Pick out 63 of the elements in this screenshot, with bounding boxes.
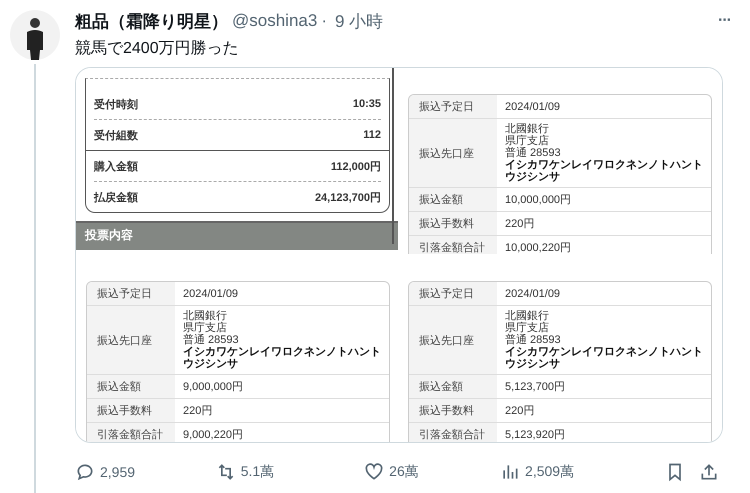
section-header: 投票内容 [76, 221, 398, 250]
table-value: 5,123,700円 [505, 380, 566, 392]
table-value: 県庁支店 [505, 135, 550, 147]
account-name: イシカワケンレイワロクネンノトハントウジシンサ [505, 346, 704, 370]
table-value: 県庁支店 [505, 322, 550, 334]
table-value: 北國銀行 [505, 310, 550, 322]
table-value: 9,000,000円 [183, 380, 244, 392]
field-value: 10:35 [352, 98, 381, 110]
account-name: イシカワケンレイワロクネンノトハントウジシンサ [183, 346, 382, 370]
table-value: 220円 [505, 218, 536, 230]
repost-button[interactable]: 5.1萬 [216, 462, 364, 482]
table-label: 振込金額 [409, 375, 497, 398]
table-label: 振込先口座 [409, 119, 497, 187]
field-value: 112 [363, 129, 381, 141]
field-label: 購入金額 [94, 160, 138, 174]
account-name: イシカワケンレイワロクネンノトハントウジシンサ [505, 159, 704, 183]
share-icon [699, 462, 719, 482]
table-label: 引落金額合計 [409, 423, 497, 442]
speech-bubble-icon [75, 462, 95, 482]
table-label: 振込先口座 [87, 306, 175, 374]
table-value: 2024/01/09 [505, 100, 562, 112]
table-value: 北國銀行 [505, 123, 550, 135]
table-value: 220円 [183, 404, 214, 416]
field-label: 払戻金額 [94, 190, 138, 204]
share-button[interactable] [699, 462, 719, 482]
field-value: 112,000円 [330, 160, 381, 174]
post-text: 競馬で2400万円勝った [75, 38, 240, 59]
table-value: 2024/01/09 [183, 288, 240, 300]
field-label: 受付組数 [94, 128, 138, 142]
table-value: 普通 28593 [505, 334, 562, 346]
views-button[interactable]: 2,509萬 [500, 462, 665, 482]
table-label: 振込手数料 [409, 399, 497, 422]
table-value: 9,000,220円 [183, 428, 244, 440]
separator-dot: · [321, 11, 327, 31]
field-label: 受付時刻 [94, 98, 138, 112]
table-value: 県庁支店 [183, 322, 228, 334]
heart-icon [364, 462, 384, 482]
table-value: 北國銀行 [183, 310, 228, 322]
post-time[interactable]: 9 小時 [334, 10, 384, 32]
table-value: 普通 28593 [183, 334, 240, 346]
table-value: 220円 [505, 404, 536, 416]
author-handle[interactable]: @soshina3 [232, 11, 318, 31]
table-label: 引落金額合計 [87, 423, 175, 442]
table-label: 振込先口座 [409, 306, 497, 374]
table-label: 振込予定日 [87, 282, 175, 305]
table-value: 10,000,000円 [505, 194, 572, 206]
author-name[interactable]: 粗品（霜降り明星） [75, 10, 228, 32]
table-value: 普通 28593 [505, 147, 562, 159]
table-label: 振込金額 [87, 375, 175, 398]
more-button[interactable]: ··· [718, 12, 731, 30]
field-value: 24,123,700円 [314, 190, 381, 204]
reply-button[interactable]: 2,959 [75, 462, 216, 482]
avatar[interactable] [10, 10, 60, 60]
table-label: 振込手数料 [87, 399, 175, 422]
table-value: 10,000,220円 [505, 242, 572, 254]
table-label: 振込予定日 [409, 95, 497, 118]
table-value: 5,123,920円 [505, 428, 566, 440]
table-value: 2024/01/09 [505, 288, 562, 300]
table-label: 振込金額 [409, 188, 497, 211]
like-button[interactable]: 26萬 [364, 462, 500, 482]
table-label: 振込予定日 [409, 282, 497, 305]
table-label: 引落金額合計 [409, 236, 497, 254]
table-label: 振込手数料 [409, 212, 497, 235]
